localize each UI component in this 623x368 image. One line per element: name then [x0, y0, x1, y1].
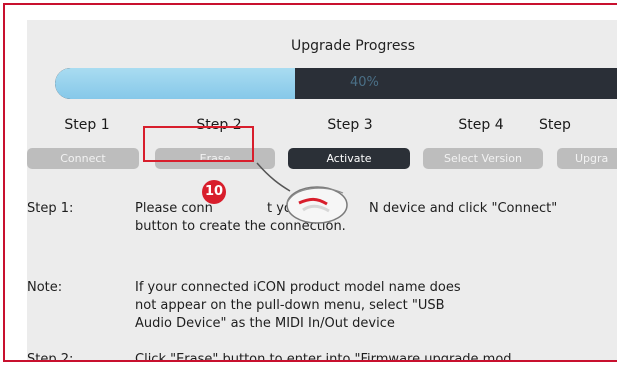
window-title: Upgrade Progress [290, 38, 416, 54]
step-3-label: Step 3 [327, 117, 373, 133]
connect-button[interactable]: Connect [27, 148, 139, 169]
progress-fill [55, 68, 295, 99]
instruction-note-key: Note: [27, 280, 63, 295]
upgrade-progress-bar: 40% [55, 68, 617, 99]
step-4-label: Step 4 [458, 117, 504, 133]
instruction-step1-text-part3: N device and click "Connect" [369, 201, 558, 216]
step-badge: 10 [202, 180, 226, 204]
select-version-button[interactable]: Select Version [423, 148, 543, 169]
instruction-note-line1: If your connected iCON product model nam… [135, 280, 461, 295]
instruction-step1-key: Step 1: [27, 201, 74, 216]
instruction-step1-text-part1: Please conn [135, 201, 213, 216]
instruction-step2-key: Step 2: [27, 352, 74, 362]
instruction-note-line2: not appear on the pull-down menu, select… [135, 298, 445, 313]
step-1-label: Step 1 [64, 117, 110, 133]
erase-highlight-box [143, 126, 254, 162]
instruction-note-line3: Audio Device" as the MIDI In/Out device [135, 316, 395, 331]
step-5-label: Step [539, 117, 571, 133]
screenshot-frame: Upgrade Progress 40% Step 1 Step 2 Step … [3, 3, 617, 362]
progress-percent: 40% [350, 75, 379, 90]
upgrade-button[interactable]: Upgra [557, 148, 617, 169]
instruction-step2-line1: Click "Erase" button to enter into "Firm… [135, 352, 512, 362]
mouse-click-icon [256, 162, 348, 224]
